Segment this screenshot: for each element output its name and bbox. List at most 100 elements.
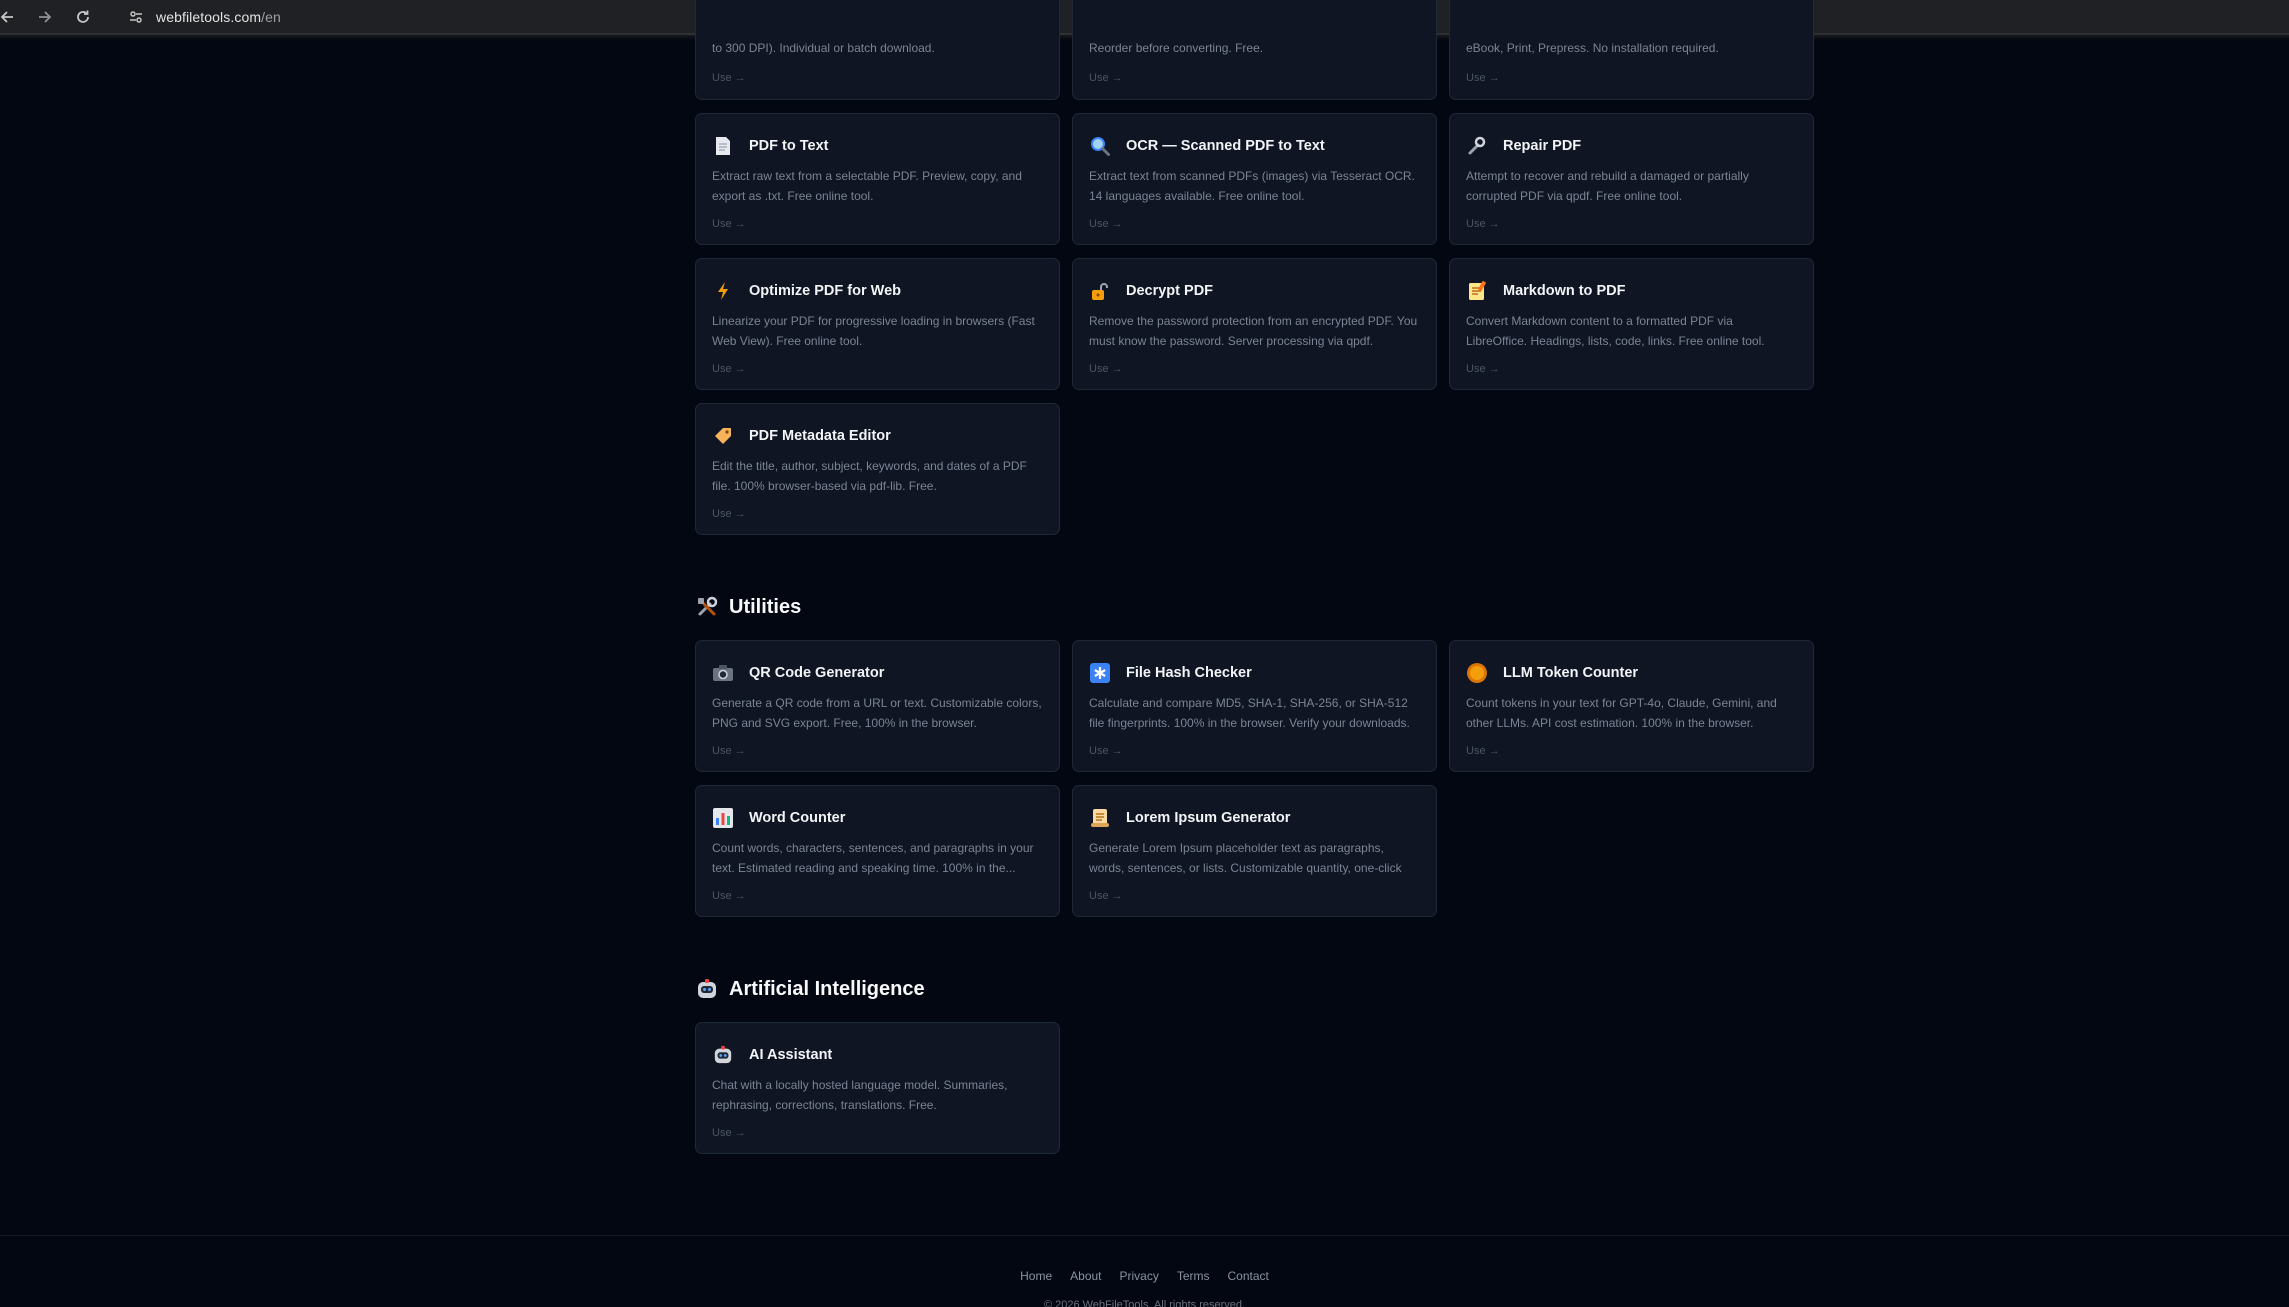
section-heading-ai: Artificial Intelligence [695,974,925,1004]
tool-card-desc: Extract raw text from a selectable PDF. … [712,169,1022,203]
tool-card-llm-token-counter[interactable]: LLM Token Counter Count tokens in your t… [1449,640,1814,772]
tool-card-title: Word Counter [749,810,846,826]
tool-card-lorem-ipsum-generator[interactable]: Lorem Ipsum Generator Generate Lorem Ips… [1072,785,1437,917]
tool-card-repair-pdf[interactable]: Repair PDF Attempt to recover and rebuil… [1449,113,1814,245]
tool-card-optimize-pdf[interactable]: Optimize PDF for Web Linearize your PDF … [695,258,1060,390]
footer-link-home[interactable]: Home [1020,1269,1052,1283]
tool-card-desc: Attempt to recover and rebuild a damaged… [1466,169,1749,203]
robot-icon [695,977,719,1001]
tool-card-title: Lorem Ipsum Generator [1126,810,1291,826]
tool-card-use-link[interactable]: Use → [712,218,746,230]
ai-tools-grid: AI Assistant Chat with a locally hosted … [695,1022,1814,1154]
tool-card-use-link[interactable]: Use → [1089,72,1123,84]
tool-card-title: PDF Metadata Editor [749,428,891,444]
tool-card-desc: to 300 DPI). Individual or batch downloa… [712,41,935,55]
url-path: /en [261,8,281,25]
tool-card-use-link[interactable]: Use → [1466,72,1500,84]
footer-link-terms[interactable]: Terms [1177,1269,1210,1283]
back-button[interactable] [0,2,22,32]
tools-icon [695,595,719,619]
section-title: Utilities [729,595,802,618]
tool-card-title: QR Code Generator [749,665,885,681]
site-settings-icon[interactable] [126,7,146,27]
tool-card-title: LLM Token Counter [1503,665,1639,681]
tool-card-word-counter[interactable]: Word Counter Count words, characters, se… [695,785,1060,917]
tool-card-decrypt-pdf[interactable]: Decrypt PDF Remove the password protecti… [1072,258,1437,390]
section-title: Artificial Intelligence [729,977,925,1000]
url-host: webfiletools.com [156,8,262,25]
memo-icon [1466,280,1488,302]
tool-card-use-link[interactable]: Use → [712,745,746,757]
arrow-left-icon [0,10,13,23]
tool-card-use-link[interactable]: Use → [1466,218,1500,230]
tool-card-title: File Hash Checker [1126,665,1252,681]
tool-card-use-link[interactable]: Use → [1089,890,1123,902]
tool-card-desc: Linearize your PDF for progressive loadi… [712,314,1035,348]
utilities-grid: QR Code Generator Generate a QR code fro… [695,640,1814,917]
tool-card-title: Repair PDF [1503,138,1582,154]
copyright-text: © 2026 WebFileTools. All rights reserved… [1043,1299,1246,1307]
tool-card-desc: Chat with a locally hosted language mode… [712,1078,1008,1112]
tool-card-use-link[interactable]: Use → [712,72,746,84]
footer-link-privacy[interactable]: Privacy [1120,1269,1159,1283]
tool-card-ocr[interactable]: OCR — Scanned PDF to Text Extract text f… [1072,113,1437,245]
tool-card-desc: Extract text from scanned PDFs (images) … [1089,169,1415,203]
coin-icon [1466,662,1488,684]
footer-link-contact[interactable]: Contact [1228,1269,1269,1283]
tool-card-ai-assistant[interactable]: AI Assistant Chat with a locally hosted … [695,1022,1060,1154]
tool-card-use-link[interactable]: Use → [1089,218,1123,230]
reload-icon [77,10,89,23]
camera-icon [712,662,734,684]
tool-card-qr-code-generator[interactable]: QR Code Generator Generate a QR code fro… [695,640,1060,772]
tool-card-partial[interactable]: eBook, Print, Prepress. No installation … [1449,0,1814,100]
asterisk-icon [1089,662,1111,684]
tool-card-title: PDF to Text [749,138,829,154]
bar-chart-icon [712,807,734,829]
footer-link-about[interactable]: About [1070,1269,1101,1283]
tool-card-markdown-to-pdf[interactable]: Markdown to PDF Convert Markdown content… [1449,258,1814,390]
tool-card-title: Markdown to PDF [1503,283,1626,299]
tool-card-desc: Reorder before converting. Free. [1089,41,1264,55]
tool-card-title: Optimize PDF for Web [749,283,901,299]
tool-card-desc: Edit the title, author, subject, keyword… [712,459,1027,493]
tool-card-partial[interactable]: to 300 DPI). Individual or batch downloa… [695,0,1060,100]
tool-card-title: Decrypt PDF [1126,283,1214,299]
tool-card-desc: Calculate and compare MD5, SHA-1, SHA-25… [1089,696,1410,730]
tool-card-use-link[interactable]: Use → [1466,745,1500,757]
reload-button[interactable] [68,2,98,32]
lightning-icon [712,280,734,302]
url-text[interactable]: webfiletools.com/en [156,9,281,25]
tool-card-use-link[interactable]: Use → [1089,363,1123,375]
pdf-tools-grid: PDF to Text Extract raw text from a sele… [695,113,1814,535]
arrow-right-icon [39,10,52,23]
tool-card-title: AI Assistant [749,1047,833,1063]
tool-card-desc: Count words, characters, sentences, and … [712,841,1034,875]
footer-nav: Home About Privacy Terms Contact [0,1269,2289,1283]
tool-card-pdf-metadata-editor[interactable]: PDF Metadata Editor Edit the title, auth… [695,403,1060,535]
tool-card-file-hash-checker[interactable]: File Hash Checker Calculate and compare … [1072,640,1437,772]
tool-card-desc: Count tokens in your text for GPT-4o, Cl… [1466,696,1777,730]
tool-card-use-link[interactable]: Use → [712,890,746,902]
tool-card-pdf-to-text[interactable]: PDF to Text Extract raw text from a sele… [695,113,1060,245]
scroll-icon [1089,807,1111,829]
page-footer: Home About Privacy Terms Contact © 2026 … [0,1235,2289,1307]
wrench-icon [1466,135,1488,157]
tool-card-use-link[interactable]: Use → [1089,745,1123,757]
tool-card-desc: Generate Lorem Ipsum placeholder text as… [1089,841,1402,875]
tool-card-desc: eBook, Print, Prepress. No installation … [1466,41,1719,55]
tool-card-use-link[interactable]: Use → [712,363,746,375]
tool-card-desc: Generate a QR code from a URL or text. C… [712,696,1042,730]
forward-button[interactable] [30,2,60,32]
section-heading-utilities: Utilities [695,592,801,622]
tool-card-desc: Convert Markdown content to a formatted … [1466,314,1765,348]
tool-card-desc: Remove the password protection from an e… [1089,314,1418,348]
magnifier-icon [1089,135,1111,157]
tool-card-use-link[interactable]: Use → [1466,363,1500,375]
address-bar[interactable]: webfiletools.com/en [126,2,281,32]
tag-icon [712,425,734,447]
tool-card-use-link[interactable]: Use → [712,508,746,520]
tool-card-partial[interactable]: Reorder before converting. Free. Use → [1072,0,1437,100]
tool-card-title: OCR — Scanned PDF to Text [1126,138,1325,154]
unlock-icon [1089,280,1111,302]
tool-card-use-link[interactable]: Use → [712,1127,746,1139]
